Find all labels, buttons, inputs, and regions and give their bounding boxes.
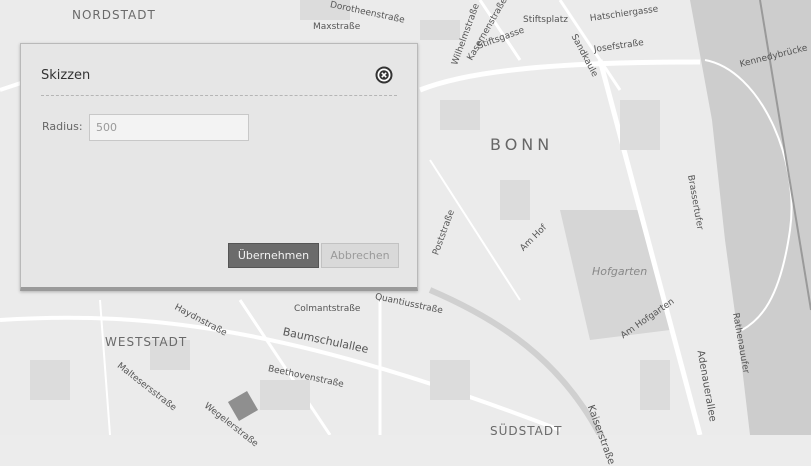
radius-label: Radius:	[42, 120, 83, 133]
sketch-dialog: Skizzen Radius: Übernehmen Abbrechen	[20, 43, 418, 291]
radius-input[interactable]	[89, 114, 249, 141]
city-label-bonn: BONN	[490, 135, 554, 154]
apply-button[interactable]: Übernehmen	[228, 243, 319, 268]
dialog-title: Skizzen	[41, 68, 91, 83]
street-label: Maxstraße	[313, 22, 361, 32]
close-button[interactable]	[375, 66, 393, 84]
cancel-button[interactable]: Abbrechen	[321, 243, 399, 268]
district-label-suedstadt: SÜDSTADT	[490, 424, 563, 438]
street-label: Colmantstraße	[294, 304, 361, 314]
park-label-hofgarten: Hofgarten	[592, 265, 648, 278]
district-label-nordstadt: NORDSTADT	[72, 8, 156, 22]
street-label: Stiftsplatz	[523, 15, 568, 25]
dialog-separator	[41, 95, 397, 96]
district-label-weststadt: WESTSTADT	[105, 335, 188, 349]
close-circle-icon	[375, 66, 393, 84]
